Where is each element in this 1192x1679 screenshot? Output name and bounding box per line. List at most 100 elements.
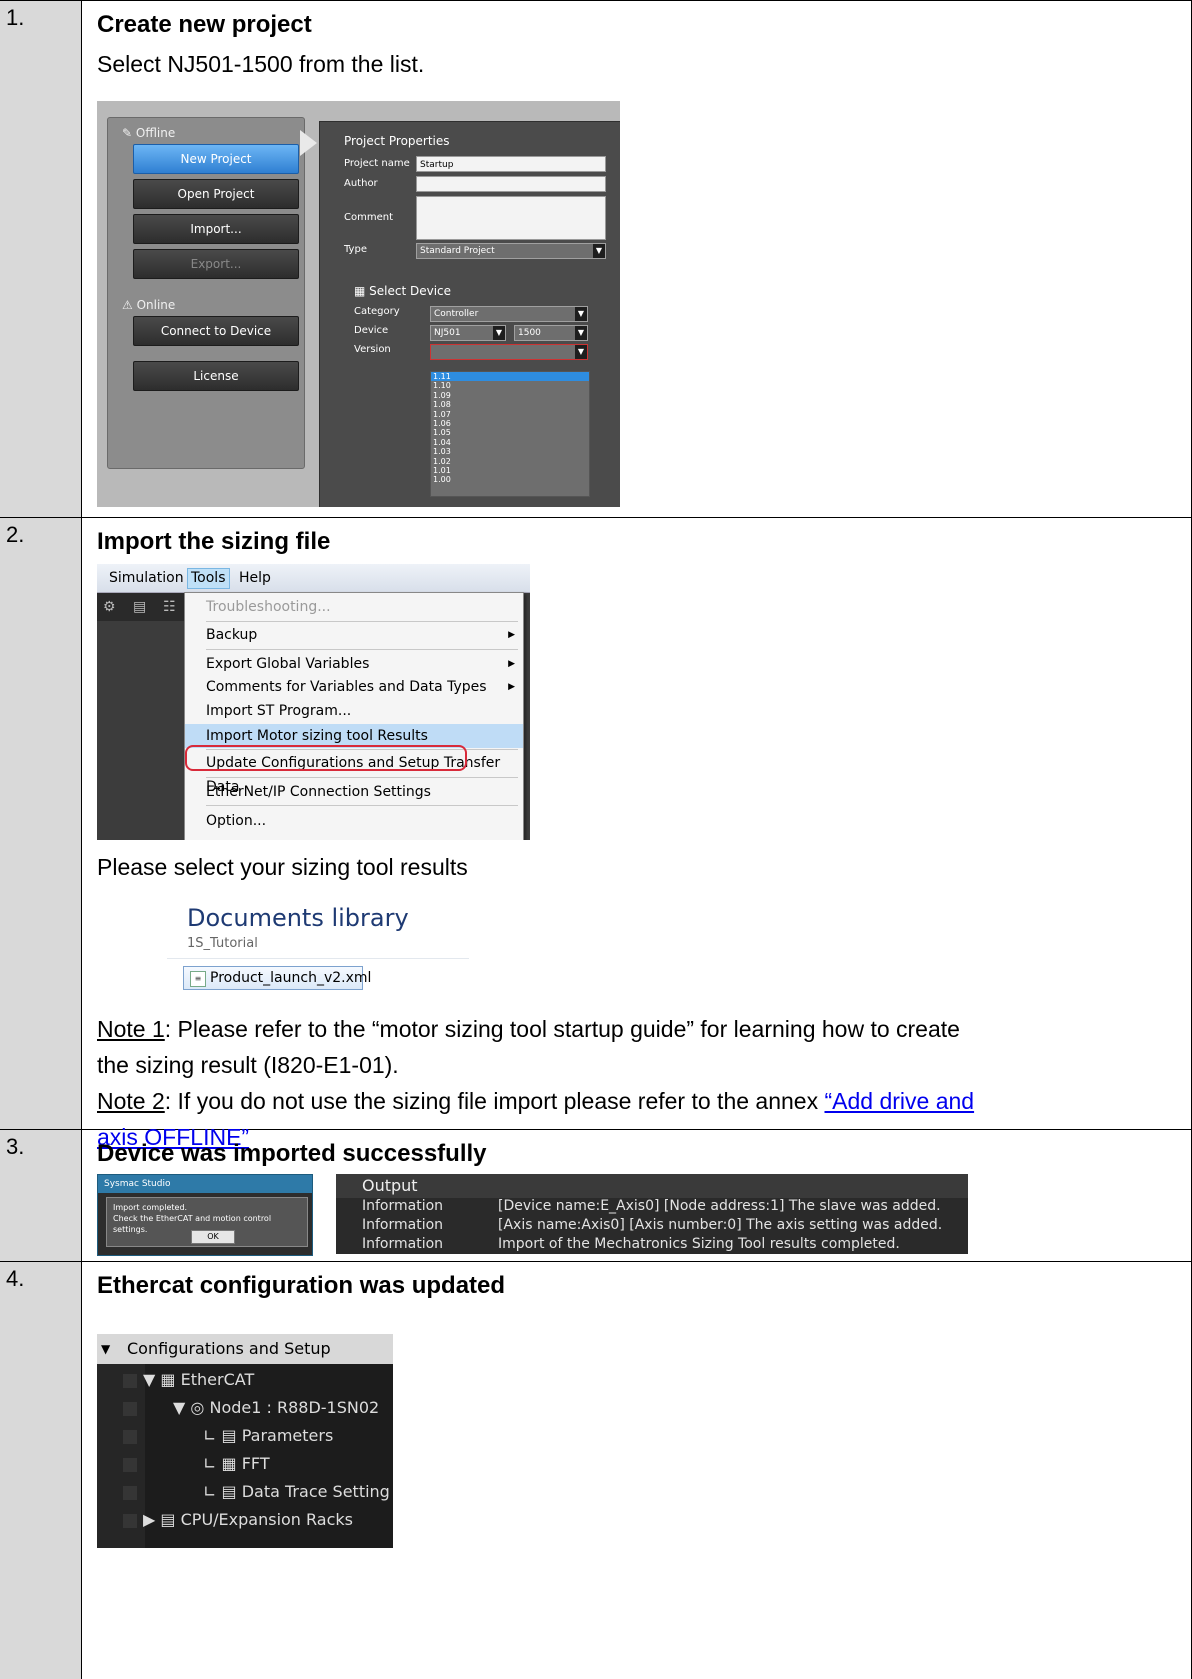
connect-to-device-button[interactable]: Connect to Device: [133, 316, 299, 346]
export-button[interactable]: Export...: [133, 249, 299, 279]
triangle-down-icon: ▼: [173, 1398, 186, 1417]
tree-item-fft[interactable]: ∟ ▦ FFT: [203, 1454, 270, 1473]
folder-name: 1S_Tutorial: [187, 936, 258, 951]
version-label: Version: [354, 344, 391, 355]
tree-header[interactable]: ▼ Configurations and Setup: [97, 1334, 393, 1364]
menu-item-option[interactable]: Option...: [185, 809, 523, 833]
version-item[interactable]: 1.09: [431, 391, 589, 400]
triangle-down-icon: ▼: [101, 1342, 111, 1356]
tree-gutter: [97, 1364, 145, 1548]
dialog-body: Import completed. Check the EtherCAT and …: [106, 1197, 308, 1247]
version-item[interactable]: 1.07: [431, 410, 589, 419]
version-item[interactable]: 1.00: [431, 475, 589, 484]
project-properties-panel: Project Properties Project name Startup …: [319, 121, 620, 507]
version-item[interactable]: 1.01: [431, 466, 589, 475]
menu-help[interactable]: Help: [239, 570, 271, 586]
version-item[interactable]: 1.04: [431, 438, 589, 447]
tools-menu-screenshot: Simulation Tools Help ⚙ ▤ ☷ Troubleshoot…: [97, 564, 530, 840]
new-project-button[interactable]: New Project: [133, 144, 299, 174]
menu-separator: [206, 805, 518, 806]
tool-icon[interactable]: ⚙: [103, 598, 116, 615]
gutter-marker: [123, 1514, 137, 1528]
chevron-right-icon: ▶: [508, 682, 515, 692]
step-4-row: 4. Ethercat configuration was updated ▼ …: [0, 1262, 1192, 1679]
step-1-content: Create new project Select NJ501-1500 fro…: [83, 1, 1192, 517]
license-button[interactable]: License: [133, 361, 299, 391]
output-message: Import of the Mechatronics Sizing Tool r…: [498, 1236, 900, 1252]
version-item[interactable]: 1.08: [431, 400, 589, 409]
open-project-button[interactable]: Open Project: [133, 179, 299, 209]
menu-item-troubleshooting[interactable]: Troubleshooting...: [185, 595, 523, 619]
version-item[interactable]: 1.11: [431, 372, 589, 382]
file-item[interactable]: ≡ Product_launch_v2.xml: [183, 966, 371, 990]
file-name: Product_launch_v2.xml: [210, 970, 372, 986]
menu-item-ethernet-ip[interactable]: EtherNet/IP Connection Settings: [185, 780, 523, 804]
output-panel: Output Information [Device name:E_Axis0]…: [336, 1174, 968, 1254]
import-message-dialog: Sysmac Studio Import completed. Check the…: [97, 1174, 313, 1256]
version-item[interactable]: 1.03: [431, 447, 589, 456]
list-icon: ▤: [221, 1426, 237, 1445]
menu-tools[interactable]: Tools: [187, 568, 230, 589]
type-select[interactable]: Standard Project ▼: [416, 243, 606, 259]
tree-branch-icon: ∟: [203, 1482, 217, 1501]
menu-separator: [206, 621, 518, 622]
tool-icon[interactable]: ☷: [163, 598, 176, 615]
divider: [167, 958, 469, 959]
gutter-marker: [123, 1458, 137, 1472]
version-item[interactable]: 1.10: [431, 381, 589, 390]
project-properties-title: Project Properties: [344, 134, 450, 148]
device-label: Device: [354, 325, 389, 336]
device-select[interactable]: NJ501 ▼: [430, 325, 506, 341]
chart-icon: ▦: [221, 1454, 237, 1473]
menu-item-export-global-variables[interactable]: Export Global Variables ▶: [185, 652, 523, 676]
category-select[interactable]: Controller ▼: [430, 306, 588, 322]
author-input[interactable]: [416, 176, 606, 192]
step-number: 4.: [6, 1266, 25, 1291]
version-item[interactable]: 1.05: [431, 428, 589, 437]
step-title: Create new project: [97, 11, 312, 38]
import-button[interactable]: Import...: [133, 214, 299, 244]
step-3-row: 3. Device was imported successfully Sysm…: [0, 1130, 1192, 1261]
gutter-marker: [123, 1374, 137, 1388]
menu-item-import-st-program[interactable]: Import ST Program...: [185, 699, 523, 723]
note-2-text: : If you do not use the sizing file impo…: [164, 1088, 825, 1114]
drive-icon: ◎: [190, 1398, 205, 1417]
chevron-down-icon: ▼: [575, 307, 587, 321]
tool-icon[interactable]: ▤: [133, 598, 146, 615]
device-suffix-select[interactable]: 1500 ▼: [514, 325, 588, 341]
trace-icon: ▤: [221, 1482, 237, 1501]
tree-item-cpu-racks[interactable]: ▶ ▤ CPU/Expansion Racks: [143, 1510, 353, 1529]
step-4-content: Ethercat configuration was updated ▼ Con…: [83, 1262, 1192, 1679]
version-item[interactable]: 1.06: [431, 419, 589, 428]
library-title: Documents library: [187, 904, 409, 932]
file-select-screenshot: Documents library 1S_Tutorial ≡ Product_…: [97, 902, 469, 998]
chevron-right-icon: ▶: [508, 630, 515, 640]
output-row: Information [Device name:E_Axis0] [Node …: [362, 1196, 962, 1216]
tree-item-data-trace[interactable]: ∟ ▤ Data Trace Setting: [203, 1482, 390, 1501]
configuration-tree: ▼ Configurations and Setup ▼ ▦ EtherCAT …: [97, 1334, 393, 1548]
menu-simulation[interactable]: Simulation: [109, 570, 184, 586]
chevron-right-icon: ▶: [508, 659, 515, 669]
version-item[interactable]: 1.02: [431, 457, 589, 466]
output-type: Information: [362, 1236, 444, 1252]
menu-item-comments[interactable]: Comments for Variables and Data Types ▶: [185, 675, 523, 699]
triangle-down-icon: ▼: [143, 1370, 156, 1389]
step-number: 3.: [6, 1134, 25, 1159]
tree-item-ethercat[interactable]: ▼ ▦ EtherCAT: [143, 1370, 254, 1389]
project-dialog-screenshot: ✎ Offline New Project Open Project Impor…: [97, 101, 620, 507]
ok-button[interactable]: OK: [191, 1230, 235, 1244]
triangle-right-icon: ▶: [143, 1510, 156, 1529]
step-number-cell: 2.: [0, 518, 82, 1129]
comment-input[interactable]: [416, 196, 606, 240]
version-select[interactable]: ▼: [430, 344, 588, 360]
annex-link[interactable]: “Add drive and: [824, 1088, 974, 1114]
menu-item-backup[interactable]: Backup ▶: [185, 623, 523, 647]
version-list[interactable]: 1.11 1.10 1.09 1.08 1.07 1.06 1.05 1.04 …: [430, 371, 590, 497]
gutter-marker: [123, 1402, 137, 1416]
tree-item-parameters[interactable]: ∟ ▤ Parameters: [203, 1426, 333, 1445]
step-title: Ethercat configuration was updated: [97, 1272, 506, 1299]
gutter-marker: [123, 1486, 137, 1500]
project-name-input[interactable]: Startup: [416, 156, 606, 172]
tree-item-node1[interactable]: ▼ ◎ Node1 : R88D-1SN02: [173, 1398, 379, 1417]
highlight-ring: [185, 745, 467, 771]
